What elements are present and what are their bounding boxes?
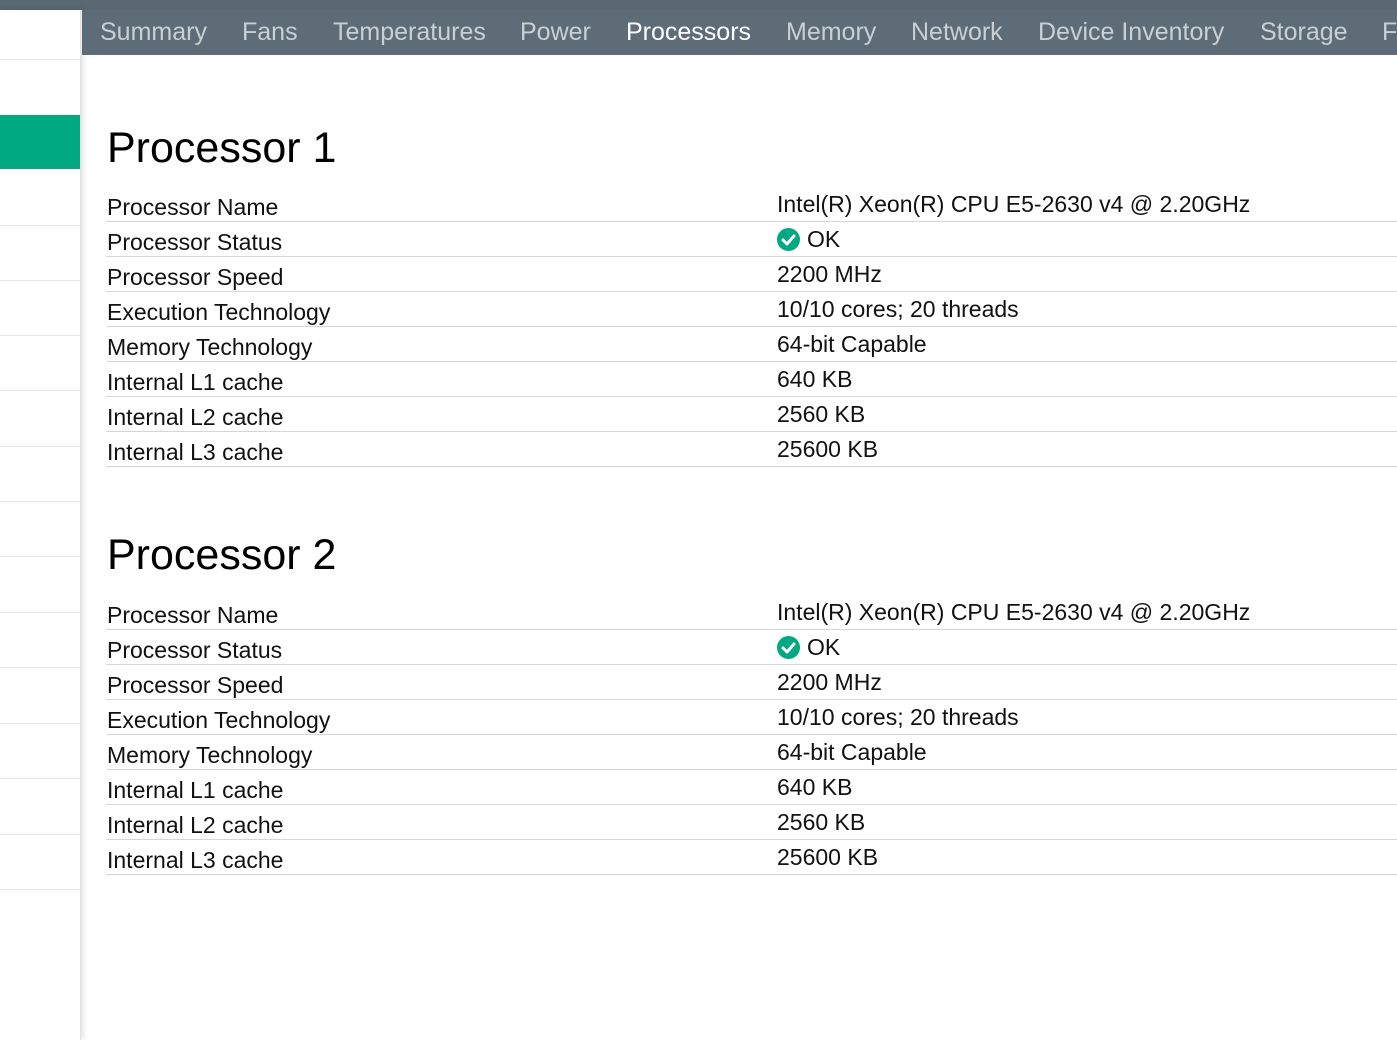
table-row: Processor Name Intel(R) Xeon(R) CPU E5-2…	[106, 595, 1397, 630]
row-label: Internal L2 cache	[107, 404, 284, 430]
row-value: 10/10 cores; 20 threads	[777, 295, 1019, 323]
row-value: Intel(R) Xeon(R) CPU E5-2630 v4 @ 2.20GH…	[777, 598, 1250, 626]
tab-temperatures[interactable]: Temperatures	[333, 10, 486, 55]
table-row: Internal L1 cache 640 KB	[106, 362, 1397, 397]
table-row: Memory Technology 64-bit Capable	[106, 735, 1397, 770]
row-value: 640 KB	[777, 365, 852, 393]
row-value: 64-bit Capable	[777, 330, 927, 358]
row-value-text: 2200 MHz	[777, 669, 882, 695]
row-value: 10/10 cores; 20 threads	[777, 703, 1019, 731]
table-row: Execution Technology 10/10 cores; 20 thr…	[106, 292, 1397, 327]
row-value-text: 2560 KB	[777, 401, 866, 427]
tab-fans[interactable]: Fans	[242, 10, 298, 55]
row-value-text: 640 KB	[777, 366, 853, 392]
row-value: Intel(R) Xeon(R) CPU E5-2630 v4 @ 2.20GH…	[777, 190, 1250, 218]
row-label: Processor Name	[107, 602, 279, 628]
row-value: 2200 MHz	[777, 260, 882, 288]
table-row: Processor Speed 2200 MHz	[106, 665, 1397, 700]
sidebar-item[interactable]	[0, 613, 80, 668]
table-row: Processor Status OK	[106, 630, 1397, 665]
status-text: OK	[807, 634, 841, 660]
row-value: 25600 KB	[777, 435, 878, 463]
row-label: Internal L1 cache	[107, 777, 284, 803]
table-row: Processor Name Intel(R) Xeon(R) CPU E5-2…	[106, 187, 1397, 222]
tab-power[interactable]: Power	[520, 10, 591, 55]
tab-summary[interactable]: Summary	[100, 10, 207, 55]
table-row: Memory Technology 64-bit Capable	[106, 327, 1397, 362]
row-value-text: 2560 KB	[777, 809, 866, 835]
row-value-text: 640 KB	[777, 774, 853, 800]
sidebar-item[interactable]	[0, 557, 80, 613]
tab-more[interactable]: F	[1382, 10, 1397, 55]
row-label: Internal L3 cache	[107, 847, 284, 873]
row-value-text: 10/10 cores; 20 threads	[777, 704, 1019, 730]
tab-network[interactable]: Network	[911, 10, 1003, 55]
sidebar-item[interactable]	[0, 835, 80, 890]
sidebar-item[interactable]	[0, 502, 80, 557]
row-label: Processor Status	[107, 229, 283, 255]
row-value: 2560 KB	[777, 808, 865, 836]
ok-check-icon	[777, 635, 800, 659]
row-value-text: 64-bit Capable	[777, 739, 927, 765]
status-text: OK	[807, 226, 841, 252]
section-title-processor-1: Processor 1	[107, 124, 337, 172]
table-row: Internal L2 cache 2560 KB	[106, 805, 1397, 840]
row-value: 64-bit Capable	[777, 738, 927, 766]
row-value: 640 KB	[777, 773, 852, 801]
row-value-text: 25600 KB	[777, 844, 879, 870]
table-row: Execution Technology 10/10 cores; 20 thr…	[106, 700, 1397, 735]
row-label: Internal L3 cache	[107, 439, 284, 465]
sidebar-item[interactable]	[0, 779, 80, 835]
row-value-text: Intel(R) Xeon(R) CPU E5-2630 v4 @ 2.20GH…	[777, 191, 1251, 217]
sidebar-item[interactable]	[0, 336, 80, 391]
section-title-processor-2: Processor 2	[107, 531, 337, 579]
sidebar-item[interactable]	[0, 281, 80, 336]
row-value-text: 10/10 cores; 20 threads	[777, 296, 1019, 322]
row-value-text: 64-bit Capable	[777, 331, 927, 357]
sidebar-item[interactable]	[0, 391, 80, 447]
table-row: Internal L2 cache 2560 KB	[106, 397, 1397, 432]
table-row: Processor Speed 2200 MHz	[106, 257, 1397, 292]
row-value: OK	[777, 225, 840, 253]
tab-bar: Summary Fans Temperatures Power Processo…	[82, 10, 1397, 55]
sidebar	[0, 10, 81, 1040]
tab-processors[interactable]: Processors	[626, 10, 751, 55]
row-label: Internal L2 cache	[107, 812, 284, 838]
tab-storage[interactable]: Storage	[1260, 10, 1348, 55]
row-label: Memory Technology	[107, 742, 313, 768]
ok-check-icon	[777, 227, 800, 251]
sidebar-item[interactable]	[0, 226, 80, 281]
sidebar-item[interactable]	[0, 724, 80, 779]
row-value-text: 25600 KB	[777, 436, 879, 462]
row-label: Processor Speed	[107, 672, 284, 698]
row-label: Processor Status	[107, 637, 283, 663]
row-label: Memory Technology	[107, 334, 313, 360]
row-label: Processor Speed	[107, 264, 284, 290]
row-value: OK	[777, 633, 840, 661]
row-label: Execution Technology	[107, 707, 331, 733]
row-value-text: Intel(R) Xeon(R) CPU E5-2630 v4 @ 2.20GH…	[777, 599, 1251, 625]
row-value-text: 2200 MHz	[777, 261, 882, 287]
table-row: Internal L3 cache 25600 KB	[106, 840, 1397, 875]
row-value: 2560 KB	[777, 400, 865, 428]
sidebar-item[interactable]	[0, 170, 80, 226]
table-row: Processor Status OK	[106, 222, 1397, 257]
tab-memory[interactable]: Memory	[786, 10, 876, 55]
table-row: Internal L3 cache 25600 KB	[106, 432, 1397, 467]
sidebar-item[interactable]	[0, 447, 80, 502]
table-row: Internal L1 cache 640 KB	[106, 770, 1397, 805]
row-label: Processor Name	[107, 194, 279, 220]
tab-device-inventory[interactable]: Device Inventory	[1038, 10, 1224, 55]
row-value: 2200 MHz	[777, 668, 882, 696]
top-header-strip	[0, 0, 1397, 10]
sidebar-item-active[interactable]	[0, 115, 80, 169]
row-label: Internal L1 cache	[107, 369, 284, 395]
row-label: Execution Technology	[107, 299, 331, 325]
sidebar-item[interactable]	[0, 10, 80, 60]
sidebar-item[interactable]	[0, 668, 80, 724]
row-value: 25600 KB	[777, 843, 878, 871]
